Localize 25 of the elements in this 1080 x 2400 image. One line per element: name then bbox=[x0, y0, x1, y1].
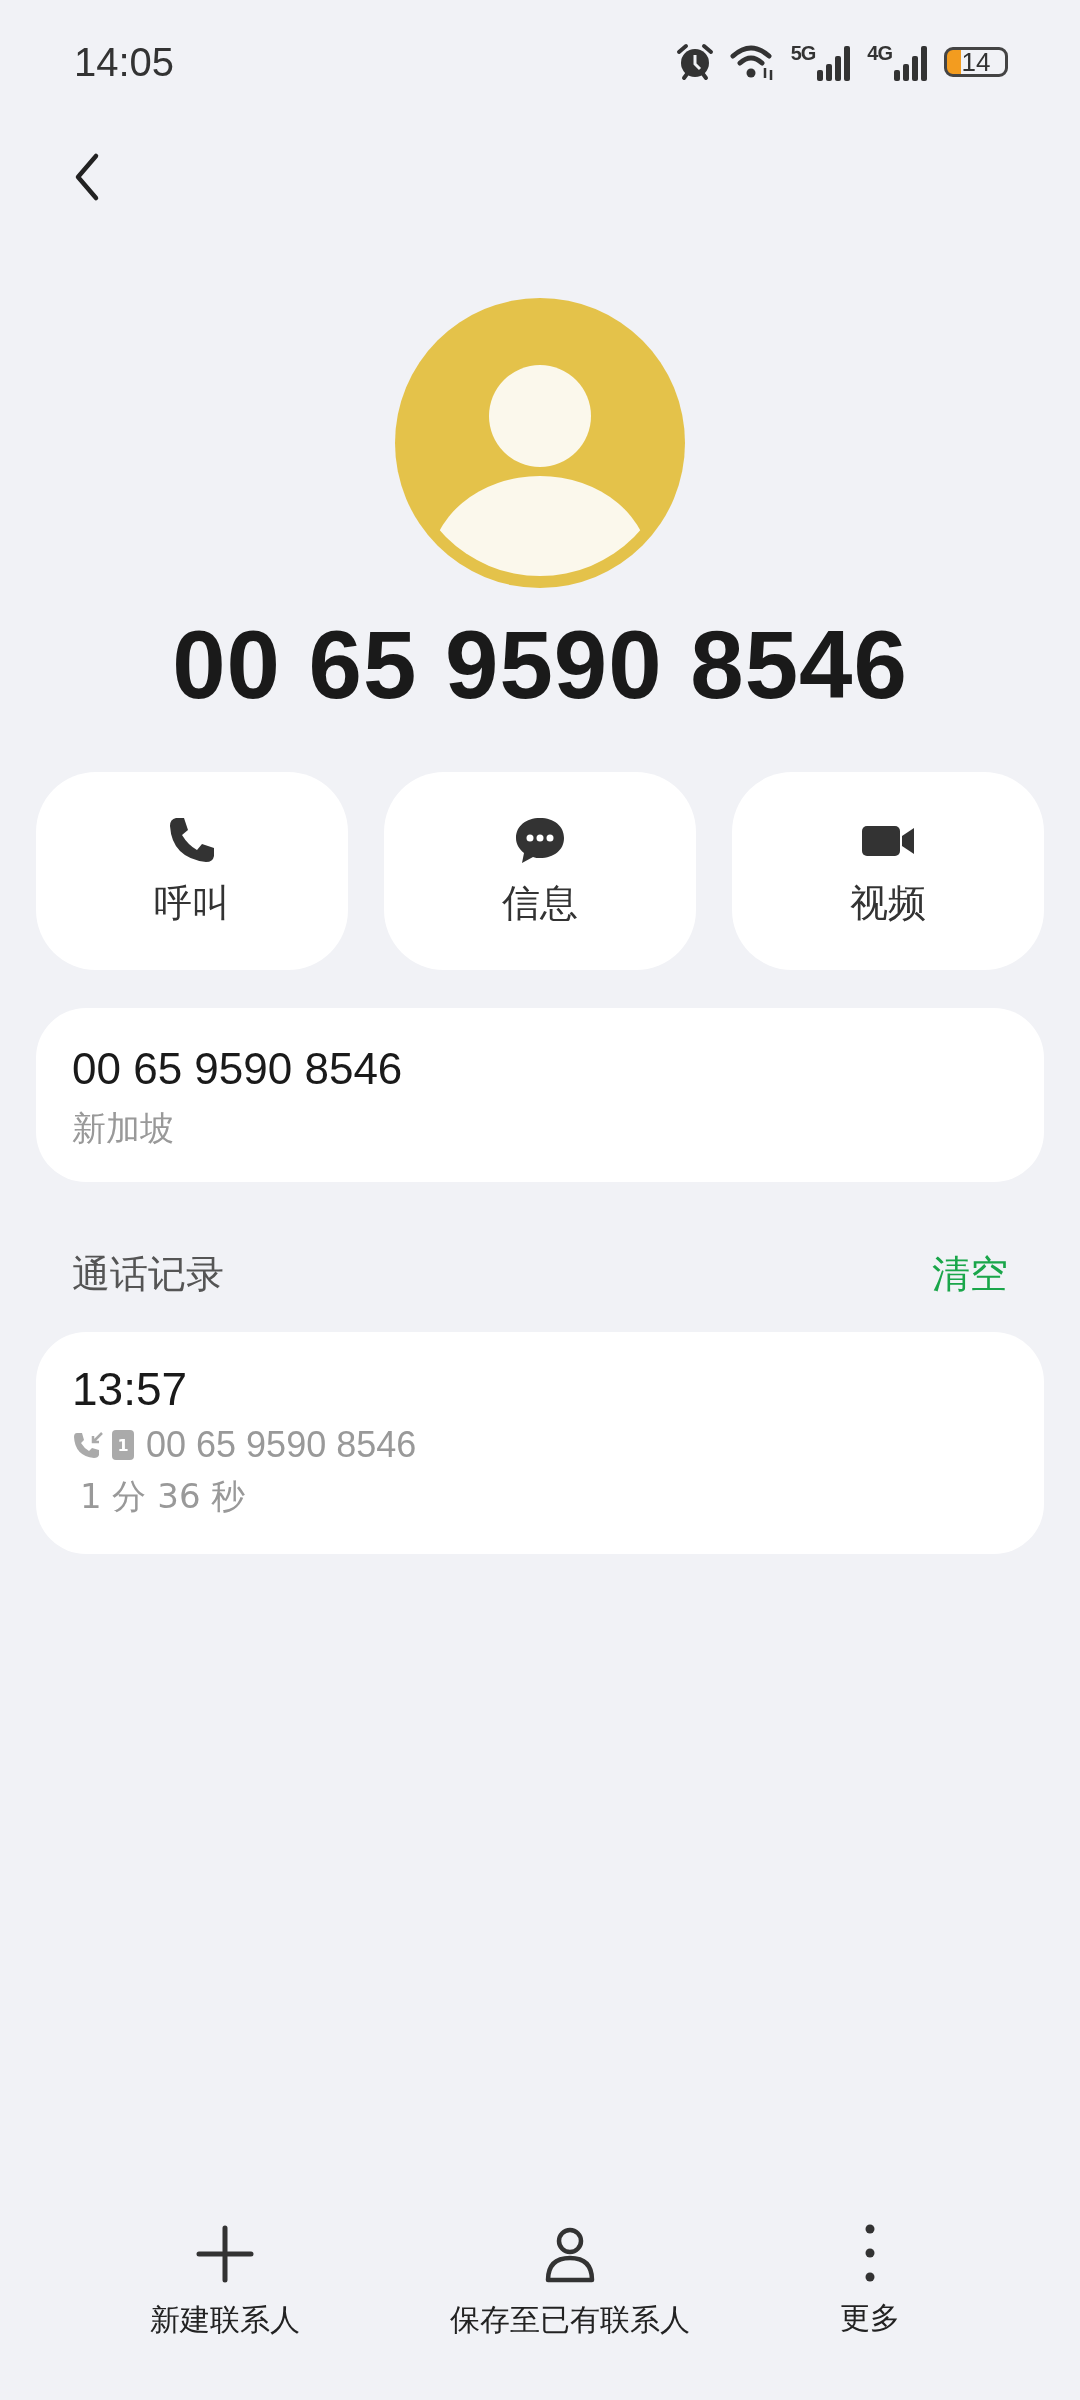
action-button[interactable]: 视频 bbox=[732, 772, 1044, 970]
call-number: 00 65 9590 8546 bbox=[146, 1424, 417, 1466]
toolbar-button[interactable]: 新建联系人 bbox=[150, 2224, 300, 2350]
network-label: 4G bbox=[867, 42, 892, 65]
network-label: 5G bbox=[790, 42, 816, 65]
sim-indicator: 1 bbox=[112, 1430, 134, 1460]
avatar-icon bbox=[395, 298, 685, 588]
alarm-clock-icon bbox=[674, 42, 715, 82]
number-location: 新加坡 bbox=[72, 1107, 175, 1150]
toolbar-button[interactable]: 更多 bbox=[840, 2224, 900, 2350]
section-title: 通话记录 bbox=[72, 1250, 224, 1298]
toolbar-button[interactable]: 保存至已有联系人 bbox=[450, 2224, 690, 2350]
incoming-call-icon bbox=[72, 1430, 106, 1460]
contact-number: 00 65 9590 8546 bbox=[171, 610, 909, 720]
phone-number: 00 65 9590 8546 bbox=[72, 1044, 404, 1094]
plus-icon bbox=[195, 2224, 255, 2284]
action-button[interactable]: 信息 bbox=[384, 772, 696, 970]
status-time: 14:05 bbox=[74, 39, 175, 85]
call-log-entry[interactable]: 13:57 1 00 65 9590 8546 1 分 36 秒 bbox=[36, 1332, 1044, 1554]
action-button[interactable]: 呼叫 bbox=[36, 772, 348, 970]
battery-indicator: 14 bbox=[944, 47, 1008, 77]
call-time: 13:57 bbox=[72, 1362, 189, 1416]
number-card[interactable]: 00 65 9590 8546 新加坡 bbox=[36, 1008, 1044, 1182]
call-duration: 1 分 36 秒 bbox=[79, 1475, 247, 1518]
more-icon bbox=[865, 2224, 875, 2282]
